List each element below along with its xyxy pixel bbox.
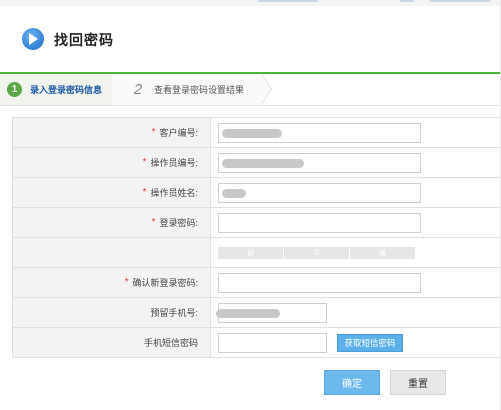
form-row-login-password: * 登录密码: <box>13 208 501 238</box>
form-row-confirm-password: * 确认新登录密码: <box>13 268 501 298</box>
step-arrow <box>261 74 271 104</box>
operator-id-input[interactable] <box>218 153 421 173</box>
page-title: 找回密码 <box>54 32 114 48</box>
required-marker: * <box>124 277 129 288</box>
top-strip-decoration <box>258 0 318 2</box>
redacted-value <box>222 129 282 138</box>
form-row-operator-name: * 操作员姓名: <box>13 178 501 208</box>
step-1-number: 1 <box>7 82 22 97</box>
step-1-label: 录入登录密码信息 <box>30 85 103 95</box>
required-marker: * <box>151 217 156 228</box>
form-row-customer-id: * 客户编号: <box>13 118 501 148</box>
password-strength-meter: 弱 中 强 <box>218 247 415 259</box>
reserved-phone-input[interactable] <box>216 303 327 323</box>
strength-weak: 弱 <box>218 247 283 259</box>
customer-id-input[interactable] <box>218 123 421 143</box>
confirm-button[interactable]: 确定 <box>324 370 380 395</box>
required-marker: * <box>151 127 156 138</box>
password-strength-label <box>13 238 211 267</box>
required-marker: * <box>142 187 147 198</box>
redacted-value <box>216 309 280 318</box>
strength-medium: 中 <box>284 247 349 259</box>
get-sms-code-button[interactable]: 获取短信密码 <box>337 334 403 352</box>
form-row-sms-code: 手机短信密码 获取短信密码 <box>13 328 501 358</box>
step-2-label: 查看登录密码设置结果 <box>154 85 245 95</box>
form-row-operator-id: * 操作员编号: <box>13 148 501 178</box>
recovery-form: * 客户编号: * 操作员编号: * 操作员姓名: * 登录密码: 弱 中 强 … <box>12 117 501 358</box>
reset-button[interactable]: 重置 <box>390 370 446 395</box>
step-2-number: 2 <box>133 81 143 98</box>
confirm-password-input[interactable] <box>218 273 421 293</box>
required-marker: * <box>142 157 147 168</box>
redacted-value <box>222 159 304 168</box>
operator-id-label: * 操作员编号: <box>13 148 211 177</box>
step-1: 1 录入登录密码信息 <box>0 74 112 105</box>
sms-code-label: 手机短信密码 <box>13 328 211 357</box>
reserved-phone-label: 预留手机号: <box>13 298 211 327</box>
login-password-input[interactable] <box>218 213 421 233</box>
confirm-password-label: * 确认新登录密码: <box>13 268 211 297</box>
strength-strong: 强 <box>350 247 415 259</box>
sms-code-input[interactable] <box>218 333 327 353</box>
login-password-label: * 登录密码: <box>13 208 211 237</box>
redacted-value <box>222 189 246 198</box>
play-circle-icon <box>22 28 44 50</box>
step-2: 2 查看登录密码设置结果 <box>112 74 262 105</box>
operator-name-label: * 操作员姓名: <box>13 178 211 207</box>
form-row-reserved-phone: 预留手机号: <box>13 298 501 328</box>
form-row-password-strength: 弱 中 强 <box>13 238 501 268</box>
top-strip-decoration <box>430 0 490 2</box>
page-header: 找回密码 <box>0 6 501 72</box>
top-strip-decoration <box>400 0 414 2</box>
customer-id-label: * 客户编号: <box>13 118 211 147</box>
step-indicator: 1 录入登录密码信息 2 查看登录密码设置结果 <box>0 74 501 106</box>
operator-name-input[interactable] <box>218 183 421 203</box>
